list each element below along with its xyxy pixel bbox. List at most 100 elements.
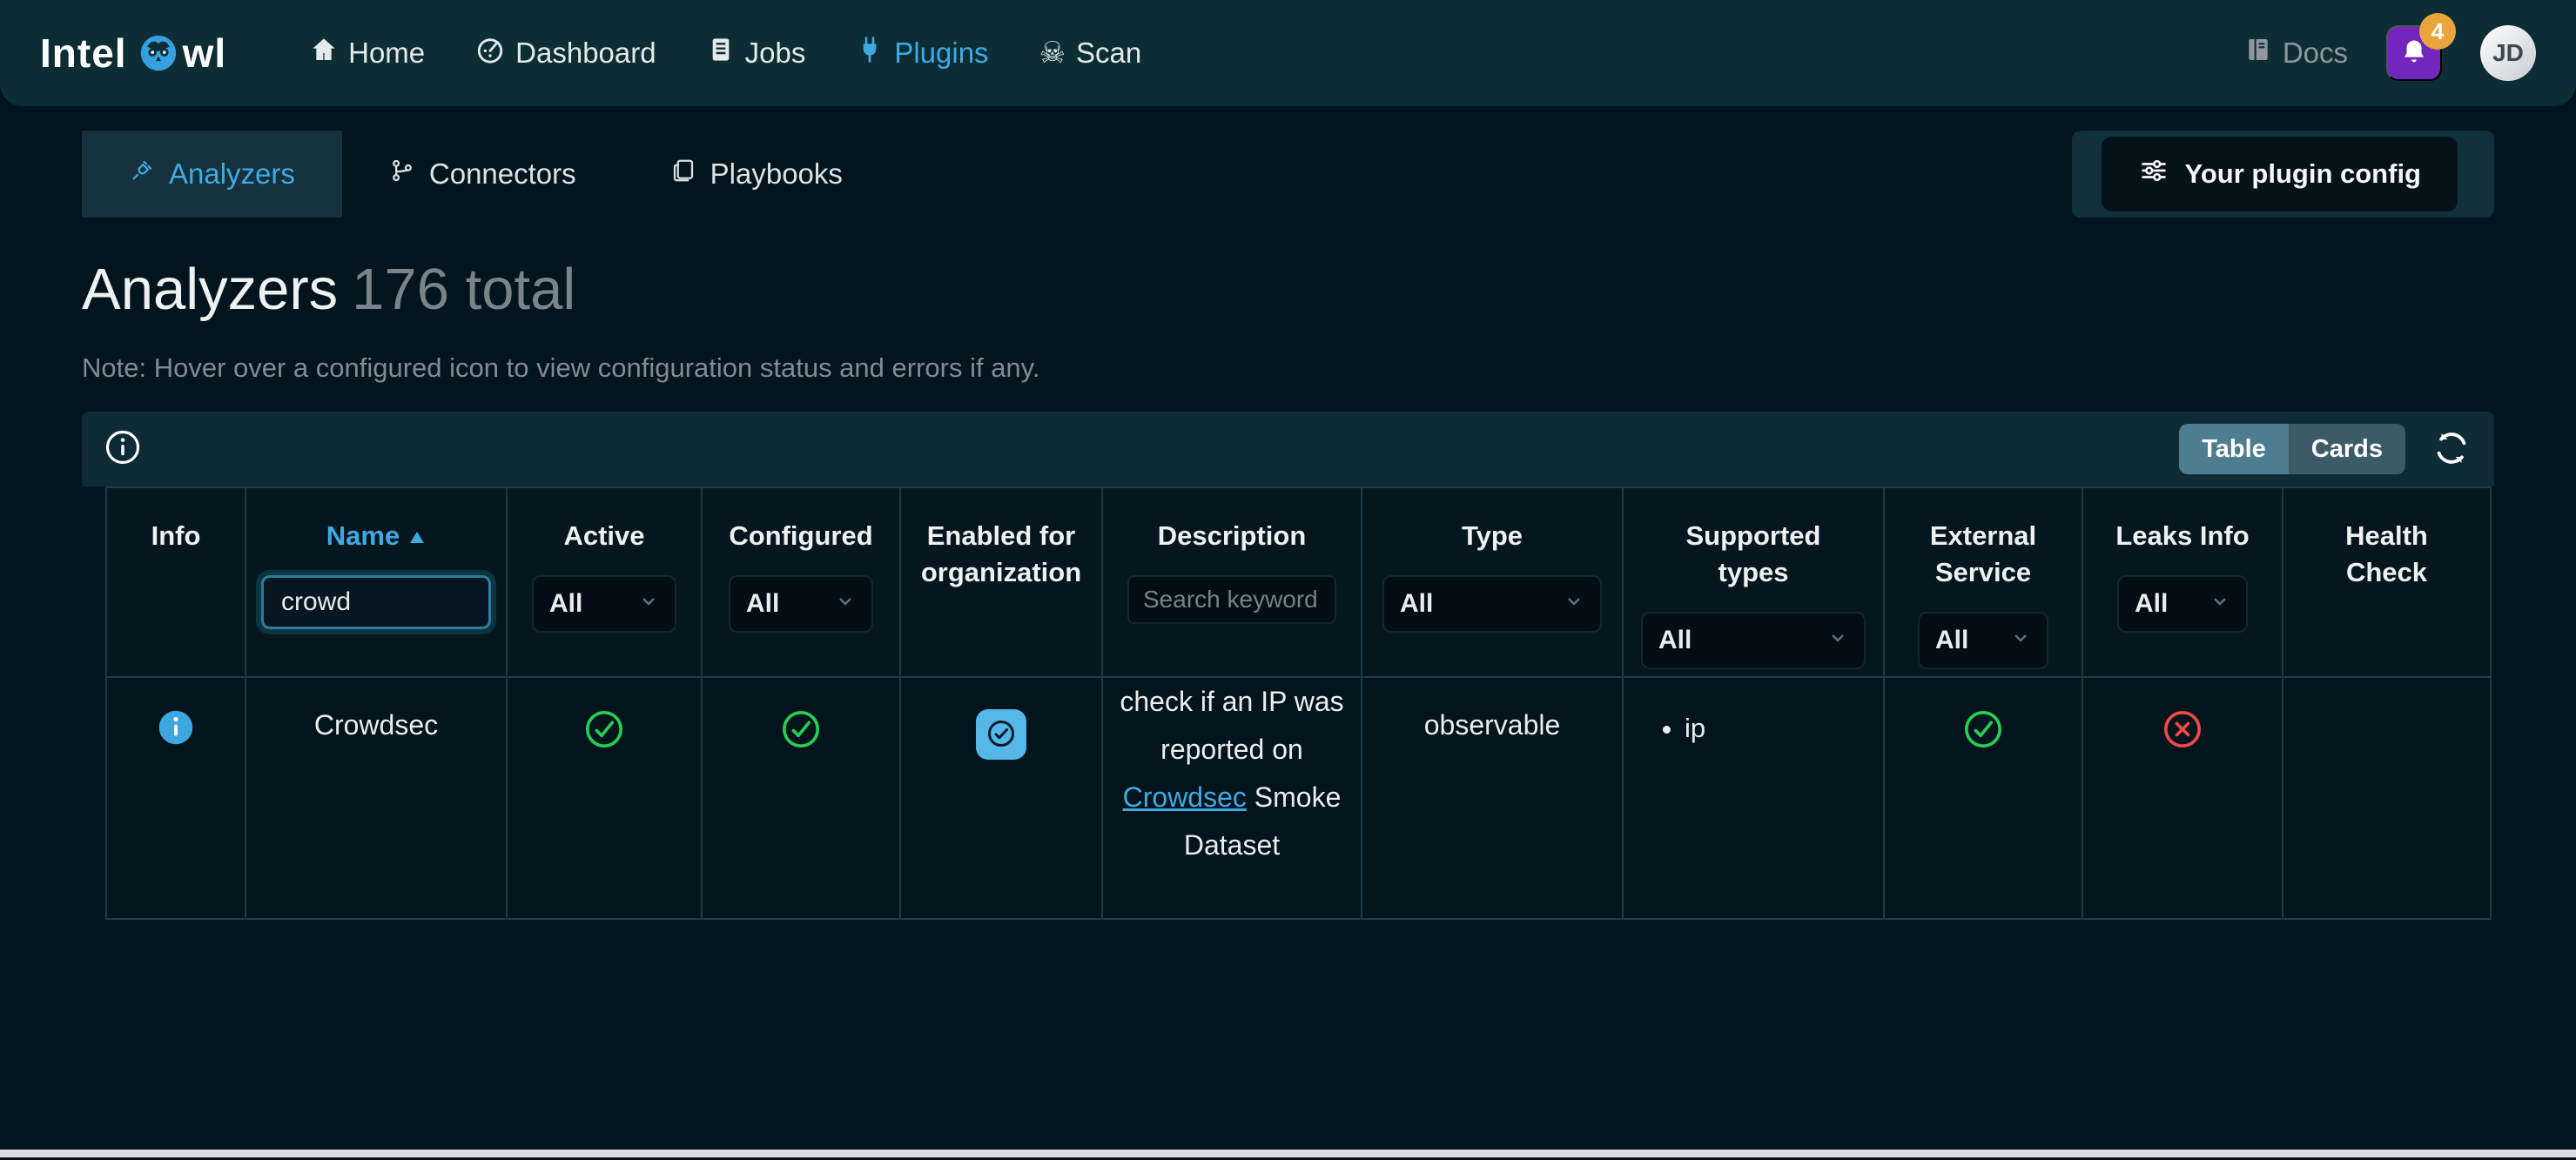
plugin-config-panel: Your plugin config (2072, 131, 2495, 218)
app-background: Intel wl Home Dashboard Jobs Plugins (0, 0, 2576, 1160)
view-toggle: Table Cards (2179, 424, 2405, 474)
view-toggle-table[interactable]: Table (2179, 424, 2289, 474)
external-service-filter-select[interactable]: All (1918, 612, 2048, 669)
cell-info (106, 677, 245, 919)
col-enabled-org-label: Enabled for organization (910, 518, 1093, 591)
select-value: All (2135, 589, 2168, 619)
nav-item-label: Plugins (894, 37, 988, 70)
leaks-info-filter-select[interactable]: All (2117, 575, 2248, 633)
avatar[interactable]: JD (2480, 25, 2536, 81)
docs-book-icon (2244, 36, 2272, 70)
tab-playbooks[interactable]: Playbooks (623, 131, 890, 218)
dashboard-icon (475, 35, 505, 71)
row-info-icon[interactable] (158, 721, 194, 752)
tab-label: Analyzers (169, 158, 295, 191)
page-note: Note: Hover over a configured icon to vi… (82, 352, 2494, 384)
cell-name: Crowdsec (245, 677, 507, 919)
col-health-check-label: Health Check (2326, 518, 2448, 591)
chevron-down-icon (1564, 589, 1584, 619)
description-filter-input[interactable] (1127, 575, 1336, 624)
col-supported-types-label: Supported types (1666, 518, 1840, 591)
tab-analyzers[interactable]: Analyzers (82, 131, 342, 218)
col-info-label: Info (151, 518, 201, 554)
col-external-service-label: External Service (1909, 518, 2057, 591)
col-leaks-info: Leaks Info All (2082, 487, 2283, 677)
col-name: Name (245, 487, 507, 677)
analyzers-plug-icon (129, 158, 155, 191)
select-value: All (1935, 626, 1968, 655)
nav-item-home[interactable]: Home (310, 36, 425, 70)
nav-item-scan[interactable]: ☠ Scan (1039, 37, 1142, 70)
col-info: Info (106, 487, 245, 677)
col-leaks-info-label: Leaks Info (2115, 518, 2249, 554)
chevron-down-icon (638, 589, 659, 619)
chevron-down-icon (835, 589, 856, 619)
col-description: Description (1102, 487, 1362, 677)
plugins-tabs: Analyzers Connectors Playbooks (82, 131, 890, 218)
nav-item-plugins[interactable]: Plugins (856, 36, 988, 70)
description-text: check if an IP was reported on (1120, 686, 1343, 765)
cell-external-service (1884, 677, 2082, 919)
name-filter-input[interactable] (261, 575, 491, 629)
supported-type-item: ip (1685, 709, 1883, 747)
tab-connectors[interactable]: Connectors (342, 131, 623, 218)
check-circle-icon (584, 724, 624, 755)
cell-active (507, 677, 702, 919)
active-filter-select[interactable]: All (532, 575, 676, 633)
cell-description: check if an IP was reported on Crowdsec … (1102, 677, 1362, 919)
type-filter-select[interactable]: All (1382, 575, 1602, 633)
tab-label: Connectors (429, 158, 576, 191)
intelowl-logo[interactable]: Intel wl (40, 30, 226, 77)
nav-item-label: Jobs (745, 37, 806, 70)
check-circle-icon (985, 718, 1017, 752)
col-active: Active All (507, 487, 702, 677)
description-link[interactable]: Crowdsec (1123, 781, 1247, 813)
col-external-service: External Service All (1884, 487, 2082, 677)
select-value: All (746, 589, 779, 619)
nav-item-label: Dashboard (515, 37, 656, 70)
view-toggle-cards[interactable]: Cards (2289, 424, 2405, 474)
check-circle-icon (781, 724, 821, 755)
col-type-label: Type (1462, 518, 1523, 554)
table-row: Crowdsec check if an IP was reported on (106, 677, 2491, 919)
enabled-org-toggle-button[interactable] (976, 709, 1026, 760)
nav-item-dashboard[interactable]: Dashboard (475, 35, 656, 71)
header-row: Info Name Active (106, 487, 2491, 677)
notifications-button[interactable]: 4 (2386, 25, 2442, 81)
info-icon[interactable] (104, 429, 141, 470)
chevron-down-icon (2209, 589, 2230, 619)
configured-filter-select[interactable]: All (729, 575, 873, 633)
col-enabled-org: Enabled for organization (900, 487, 1102, 677)
total-count: 176 total (352, 257, 575, 322)
home-icon (310, 36, 338, 70)
table-toolbar: Table Cards (82, 412, 2494, 486)
cell-supported-types: ip (1623, 677, 1884, 919)
col-name-label[interactable]: Name (326, 518, 426, 554)
col-supported-types: Supported types All (1623, 487, 1884, 677)
nav-items: Home Dashboard Jobs Plugins ☠ Scan (310, 35, 1141, 71)
supported-types-filter-select[interactable]: All (1641, 612, 1866, 669)
col-active-label: Active (563, 518, 644, 554)
refresh-button[interactable] (2431, 428, 2472, 471)
sort-asc-icon (408, 518, 426, 554)
your-plugin-config-button[interactable]: Your plugin config (2102, 137, 2458, 211)
owl-icon (139, 34, 178, 72)
nav-item-label: Scan (1076, 37, 1141, 70)
select-value: All (549, 589, 582, 619)
col-health-check: Health Check (2283, 487, 2491, 677)
navbar-right: Docs 4 JD (2244, 25, 2536, 81)
playbooks-book-icon (670, 158, 696, 191)
cell-leaks-info (2082, 677, 2283, 919)
connectors-branch-icon (389, 158, 415, 191)
col-description-label: Description (1158, 518, 1307, 554)
supported-types-list: ip (1685, 709, 1883, 747)
analyzers-table: Info Name Active (105, 486, 2492, 920)
check-circle-icon (1963, 724, 2003, 755)
horizontal-scrollbar[interactable] (0, 1150, 2576, 1157)
refresh-icon (2431, 428, 2472, 471)
chevron-down-icon (1827, 626, 1848, 655)
docs-link[interactable]: Docs (2244, 36, 2348, 70)
col-name-text: Name (326, 518, 400, 554)
docs-label: Docs (2283, 37, 2348, 70)
nav-item-jobs[interactable]: Jobs (707, 36, 806, 70)
